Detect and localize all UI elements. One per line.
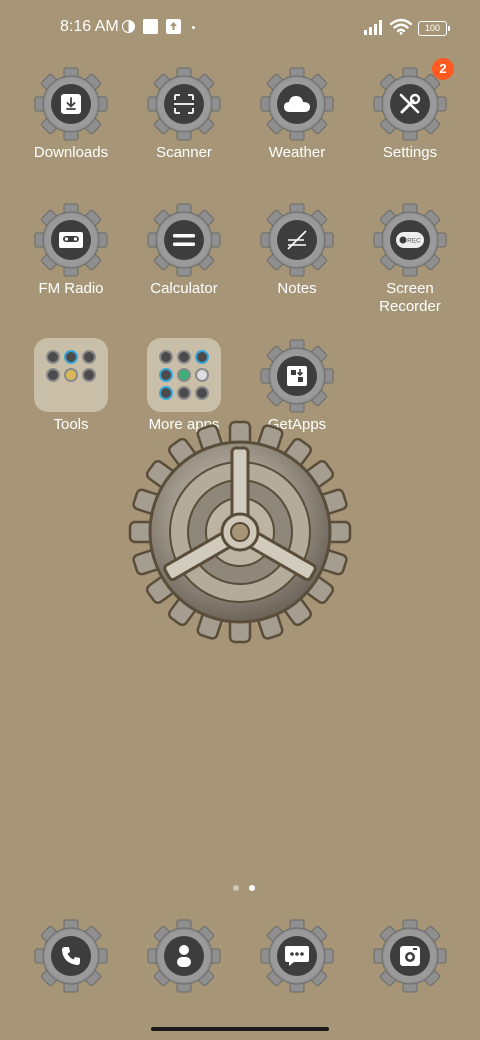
app-settings[interactable]: 2 Settings	[354, 58, 466, 162]
dock-phone[interactable]	[15, 918, 127, 994]
data-saver-icon	[122, 20, 135, 33]
contacts-icon	[177, 945, 191, 967]
folder-icon	[147, 338, 221, 412]
getapps-icon	[287, 366, 307, 386]
phone-icon	[62, 947, 80, 965]
battery-icon: 100	[418, 21, 450, 36]
dock-messages[interactable]	[241, 918, 353, 994]
app-label: Notes	[277, 280, 317, 297]
app-label: Tools	[53, 416, 89, 433]
note-pen-icon	[287, 230, 307, 250]
gesture-nav-bar[interactable]	[151, 1027, 329, 1031]
rec-text: REC	[407, 238, 421, 245]
app-scanner[interactable]: Scanner	[128, 66, 240, 162]
app-downloads[interactable]: Downloads	[15, 66, 127, 162]
cassette-icon	[59, 232, 83, 248]
notification-badge: 2	[432, 58, 454, 80]
app-fm-radio[interactable]: FM Radio	[15, 202, 127, 298]
app-label: Downloads	[33, 144, 109, 161]
wallpaper-cog-image	[128, 420, 352, 644]
status-bar: 8:16 AM 100	[0, 0, 480, 56]
notification-dot	[192, 26, 195, 29]
status-time: 8:16 AM	[60, 18, 119, 35]
app-calculator[interactable]: Calculator	[128, 202, 240, 298]
folder-icon	[34, 338, 108, 412]
app-label: Scanner	[156, 144, 212, 161]
signal-icon	[364, 20, 382, 35]
camera-icon	[400, 946, 420, 966]
app-label: Settings	[382, 144, 438, 161]
page-dot-active[interactable]	[249, 885, 255, 891]
app-weather[interactable]: Weather	[241, 66, 353, 162]
scanner-icon	[174, 94, 194, 114]
folder-tools[interactable]: Tools	[15, 338, 127, 434]
page-indicator[interactable]	[228, 878, 260, 896]
app-label: Weather	[268, 144, 326, 161]
cloud-icon	[284, 96, 310, 112]
page-dot[interactable]	[233, 885, 239, 891]
messages-icon	[285, 946, 309, 966]
app-label: Screen Recorder	[379, 280, 441, 315]
app-label: Calculator	[150, 280, 218, 297]
dock-camera[interactable]	[354, 918, 466, 994]
app-label: FM Radio	[38, 280, 104, 297]
dock-contacts[interactable]	[128, 918, 240, 994]
app-notes[interactable]: Notes	[241, 202, 353, 298]
upload-icon	[166, 19, 181, 34]
wifi-icon	[390, 18, 412, 35]
notification-square-icon	[143, 19, 158, 34]
download-icon	[61, 94, 81, 114]
wrench-screwdriver-icon	[399, 93, 421, 114]
rec-icon: REC	[396, 232, 424, 248]
app-screen-recorder[interactable]: REC Screen Recorder	[354, 202, 466, 316]
equals-icon	[173, 234, 195, 246]
